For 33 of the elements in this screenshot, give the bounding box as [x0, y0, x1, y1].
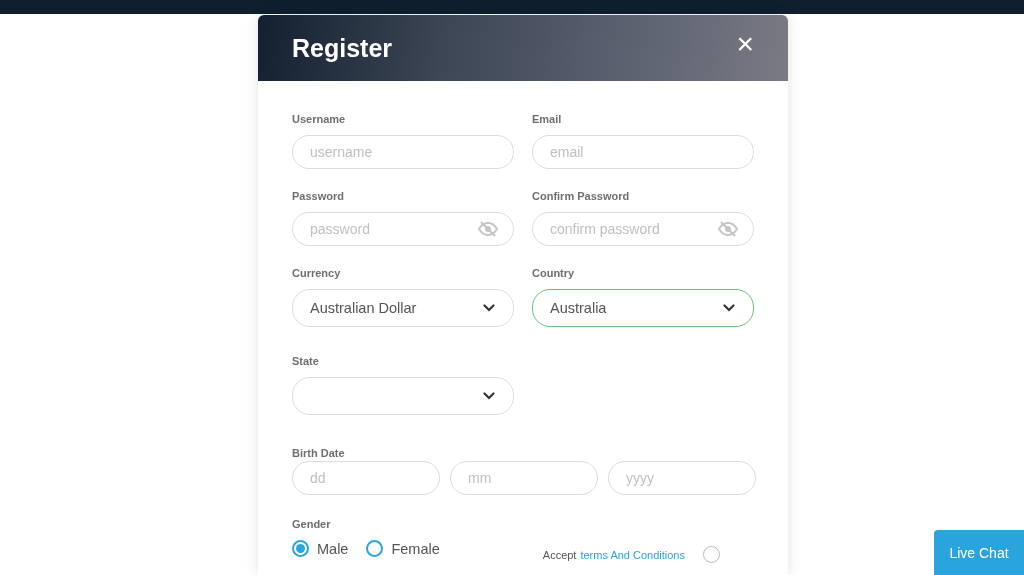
chevron-down-icon — [483, 304, 495, 312]
chevron-down-icon — [723, 304, 735, 312]
close-button[interactable]: × — [736, 29, 754, 59]
eye-slash-icon[interactable] — [718, 221, 738, 237]
field-label: Confirm Password — [532, 190, 631, 202]
terms-text: Accept — [542, 548, 577, 561]
field-label: Password — [292, 190, 345, 202]
select-field[interactable]: Australian Dollar — [292, 289, 514, 327]
input-field[interactable]: email — [532, 135, 754, 169]
radio-label: Male — [317, 540, 349, 557]
radio-label: Female — [391, 540, 440, 557]
eye-slash-icon[interactable] — [478, 221, 498, 237]
field-label: Country — [532, 267, 576, 279]
radio-button[interactable] — [292, 540, 309, 557]
chevron-down-icon — [483, 392, 495, 400]
input-field[interactable]: yyyy — [608, 461, 756, 495]
live-chat-button[interactable]: Live Chat — [934, 530, 1024, 575]
input-field[interactable]: confirm password — [532, 212, 754, 246]
input-field[interactable]: password — [292, 212, 514, 246]
input-field[interactable]: username — [292, 135, 514, 169]
terms-link[interactable]: terms And Conditions — [580, 548, 685, 561]
field-label: Birth Date — [292, 447, 345, 459]
field-label: Email — [532, 113, 563, 125]
input-field[interactable]: mm — [450, 461, 598, 495]
radio-button[interactable] — [366, 540, 384, 557]
select-field[interactable]: Australia — [532, 289, 754, 327]
field-label: Username — [292, 113, 347, 125]
field-label: State — [292, 355, 320, 367]
field-label: Gender — [292, 518, 332, 530]
select-field[interactable] — [292, 377, 514, 415]
input-field[interactable]: dd — [292, 461, 440, 495]
field-label: Currency — [292, 267, 342, 279]
dialog-title: Register — [292, 33, 393, 63]
